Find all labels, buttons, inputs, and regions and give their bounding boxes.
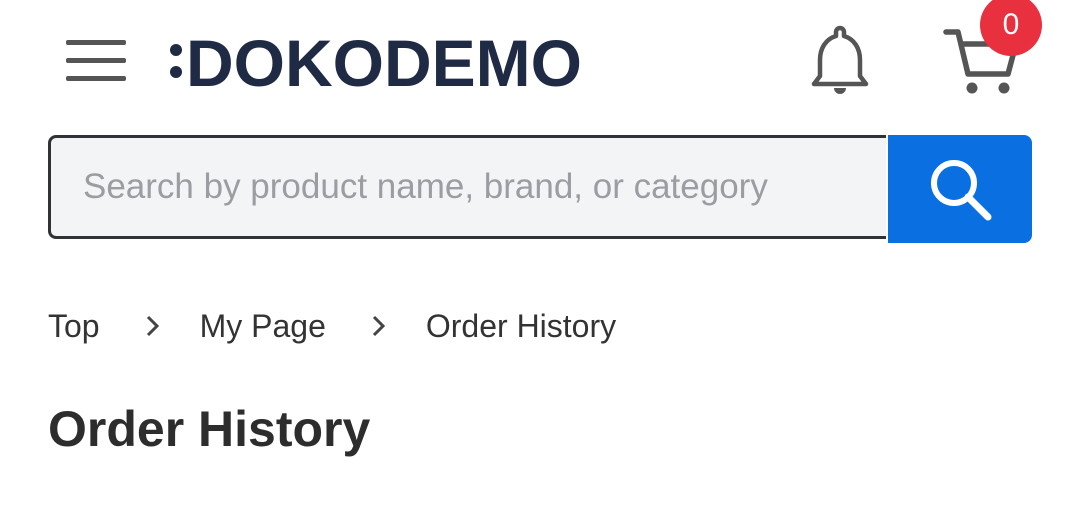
- logo-text: DOKODEMO: [186, 26, 582, 96]
- cart-count-badge: 0: [980, 0, 1042, 56]
- breadcrumb-order-history: Order History: [425, 307, 617, 344]
- breadcrumb-top[interactable]: Top: [48, 308, 100, 345]
- search-button[interactable]: [888, 135, 1032, 243]
- site-logo[interactable]: .lt{font-family:"Liberation Sans","DejaV…: [168, 26, 588, 96]
- search-input[interactable]: [48, 135, 886, 239]
- page-title: Order History: [48, 401, 371, 457]
- site-header: .lt{font-family:"Liberation Sans","DejaV…: [0, 0, 1080, 120]
- hamburger-menu-icon[interactable]: [66, 40, 126, 82]
- search-icon: [931, 160, 992, 221]
- breadcrumb: Top My Page Order History: [48, 300, 616, 352]
- breadcrumb-my-page[interactable]: My Page: [200, 308, 326, 345]
- search-bar: [48, 135, 1032, 243]
- notification-bell-icon[interactable]: [808, 24, 872, 98]
- chevron-right-icon: [372, 315, 385, 337]
- chevron-right-icon: [146, 315, 159, 337]
